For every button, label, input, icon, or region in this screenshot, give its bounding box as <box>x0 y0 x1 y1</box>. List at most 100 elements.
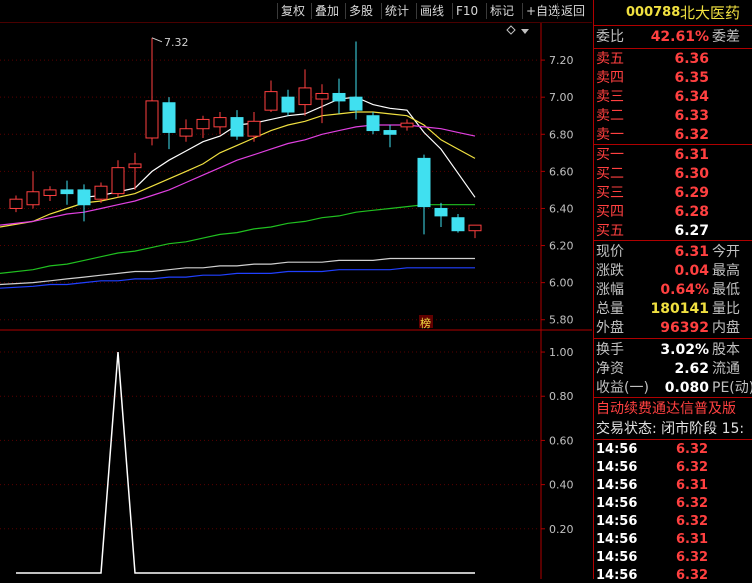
stat2-label: 收益(一) <box>596 380 649 396</box>
stat2-label-2: PE(动) <box>712 380 752 396</box>
tick-row: 14:56 6.32 <box>594 441 752 459</box>
stat2-row: 收益(一) 0.080 PE(动) <box>594 379 752 397</box>
y-tick-label: 6.20 <box>549 240 574 253</box>
buy-level-price: 6.27 <box>674 223 709 239</box>
tick-row: 14:56 6.31 <box>594 531 752 549</box>
tick-time: 14:56 <box>596 550 638 565</box>
stat-row: 涨幅 0.64% 最低 <box>594 281 752 299</box>
stat-row: 现价 6.31 今开 <box>594 243 752 261</box>
stat2-label-2: 股本 <box>712 342 740 358</box>
stat2-label-2: 流通 <box>712 361 740 377</box>
notice-row[interactable]: 自动续费通达信普及版 <box>594 400 752 418</box>
toolbar-button-2[interactable]: 多股 <box>345 3 376 19</box>
moving-average-line <box>0 124 476 226</box>
buy-level-price: 6.31 <box>674 147 709 163</box>
tick-time: 14:56 <box>596 478 638 493</box>
stat2-label: 换手 <box>596 342 624 358</box>
sell-level-price: 6.33 <box>674 108 709 124</box>
toolbar-button-8[interactable]: 返回 <box>557 3 588 19</box>
candle-body <box>332 92 346 102</box>
stat-row: 总量 180141 量比 <box>594 300 752 318</box>
stat-value: 96392 <box>660 320 709 336</box>
candle-body <box>417 157 431 208</box>
toolbar-button-1[interactable]: 叠加 <box>311 3 342 19</box>
buy-level-label: 买三 <box>596 185 624 201</box>
sell-level-label: 卖一 <box>596 127 624 143</box>
quote-panel: 000788 北大医药 委比 42.61% 委差 自动续费通达信普及版 交易状态… <box>593 0 752 579</box>
sell-level-label: 卖四 <box>596 70 624 86</box>
stat-label: 现价 <box>596 244 624 260</box>
tick-price: 6.32 <box>676 514 709 529</box>
stat-label: 总量 <box>596 301 624 317</box>
diamond-icon <box>506 25 516 35</box>
buy-level-row: 买四 6.28 <box>594 203 752 221</box>
indicator-y-tick-label: 0.80 <box>549 390 574 403</box>
chart-svg[interactable]: 7.20 7.00 6.80 6.60 6.40 6.20 6.00 5.80 7.32 榜 1.0… <box>0 23 592 579</box>
stat2-row: 换手 3.02% 股本 <box>594 341 752 359</box>
trade-status: 交易状态: 闭市阶段 15: <box>596 421 745 437</box>
toolbar-button-5[interactable]: F10 <box>452 3 481 19</box>
weibi-value: 42.61% <box>650 29 709 45</box>
tick-row: 14:56 6.32 <box>594 513 752 531</box>
candle-body <box>468 224 482 232</box>
candle-body <box>179 128 193 137</box>
indicator-line <box>16 351 475 574</box>
weibi-label: 委比 <box>596 29 624 45</box>
sell-level-label: 卖五 <box>596 51 624 67</box>
stat-label-2: 内盘 <box>712 320 740 336</box>
candle-body <box>230 117 244 137</box>
tick-row: 14:56 6.31 <box>594 477 752 495</box>
candle-body <box>247 120 261 137</box>
tick-price: 6.31 <box>676 478 709 493</box>
tick-price: 6.32 <box>676 568 709 579</box>
moving-average-line <box>0 257 475 286</box>
y-tick-label: 7.00 <box>549 91 574 104</box>
indicator-y-tick-label: 1.00 <box>549 346 574 359</box>
tick-row: 14:56 6.32 <box>594 549 752 567</box>
notice-text[interactable]: 自动续费通达信普及版 <box>596 400 736 418</box>
y-tick-label: 6.40 <box>549 202 574 215</box>
buy-level-price: 6.28 <box>674 204 709 220</box>
candle-body <box>145 100 159 139</box>
stat-row: 外盘 96392 内盘 <box>594 319 752 337</box>
indicator-y-tick-label: 0.40 <box>549 479 574 492</box>
buy-level-row: 买三 6.29 <box>594 184 752 202</box>
toolbar-button-0[interactable]: 复权 <box>277 3 308 19</box>
candle-body <box>26 191 40 206</box>
tick-price: 6.32 <box>676 460 709 475</box>
candle-body <box>128 163 142 169</box>
tick-row: 14:56 6.32 <box>594 495 752 513</box>
toolbar-button-3[interactable]: 统计 <box>381 3 412 19</box>
sell-level-price: 6.32 <box>674 127 709 143</box>
stat2-value: 2.62 <box>674 361 709 377</box>
sell-level-price: 6.34 <box>674 89 709 105</box>
weicha-label: 委差 <box>712 29 740 45</box>
tick-row: 14:56 6.32 <box>594 459 752 477</box>
high-marker-arrow <box>151 37 163 43</box>
tick-time: 14:56 <box>596 460 638 475</box>
candle-body <box>298 87 312 106</box>
sell-level-price: 6.36 <box>674 51 709 67</box>
stat-label-2: 今开 <box>712 244 740 260</box>
stock-name: 北大医药 <box>680 4 741 22</box>
stat-label: 外盘 <box>596 320 624 336</box>
sell-level-price: 6.35 <box>674 70 709 86</box>
candle-body <box>162 102 176 133</box>
sell-level-row: 卖二 6.33 <box>594 107 752 125</box>
moving-average-line <box>83 96 476 198</box>
stat-label: 涨跌 <box>596 263 624 279</box>
buy-level-label: 买一 <box>596 147 624 163</box>
sell-level-row: 卖五 6.36 <box>594 50 752 68</box>
candle-body <box>9 198 23 209</box>
toolbar-button-4[interactable]: 画线 <box>416 3 447 19</box>
chart-area[interactable]: 7.20 7.00 6.80 6.60 6.40 6.20 6.00 5.80 7.32 榜 1.0… <box>0 23 592 579</box>
stat-label: 涨幅 <box>596 282 624 298</box>
stat-value: 0.64% <box>660 282 709 298</box>
tick-price: 6.32 <box>676 442 709 457</box>
chevron-down-icon <box>521 29 529 34</box>
toolbar-button-6[interactable]: 标记 <box>486 3 517 19</box>
stat-value: 180141 <box>650 301 709 317</box>
candle-body <box>111 167 125 195</box>
sell-level-row: 卖一 6.32 <box>594 126 752 144</box>
y-tick-label: 7.20 <box>549 54 574 67</box>
